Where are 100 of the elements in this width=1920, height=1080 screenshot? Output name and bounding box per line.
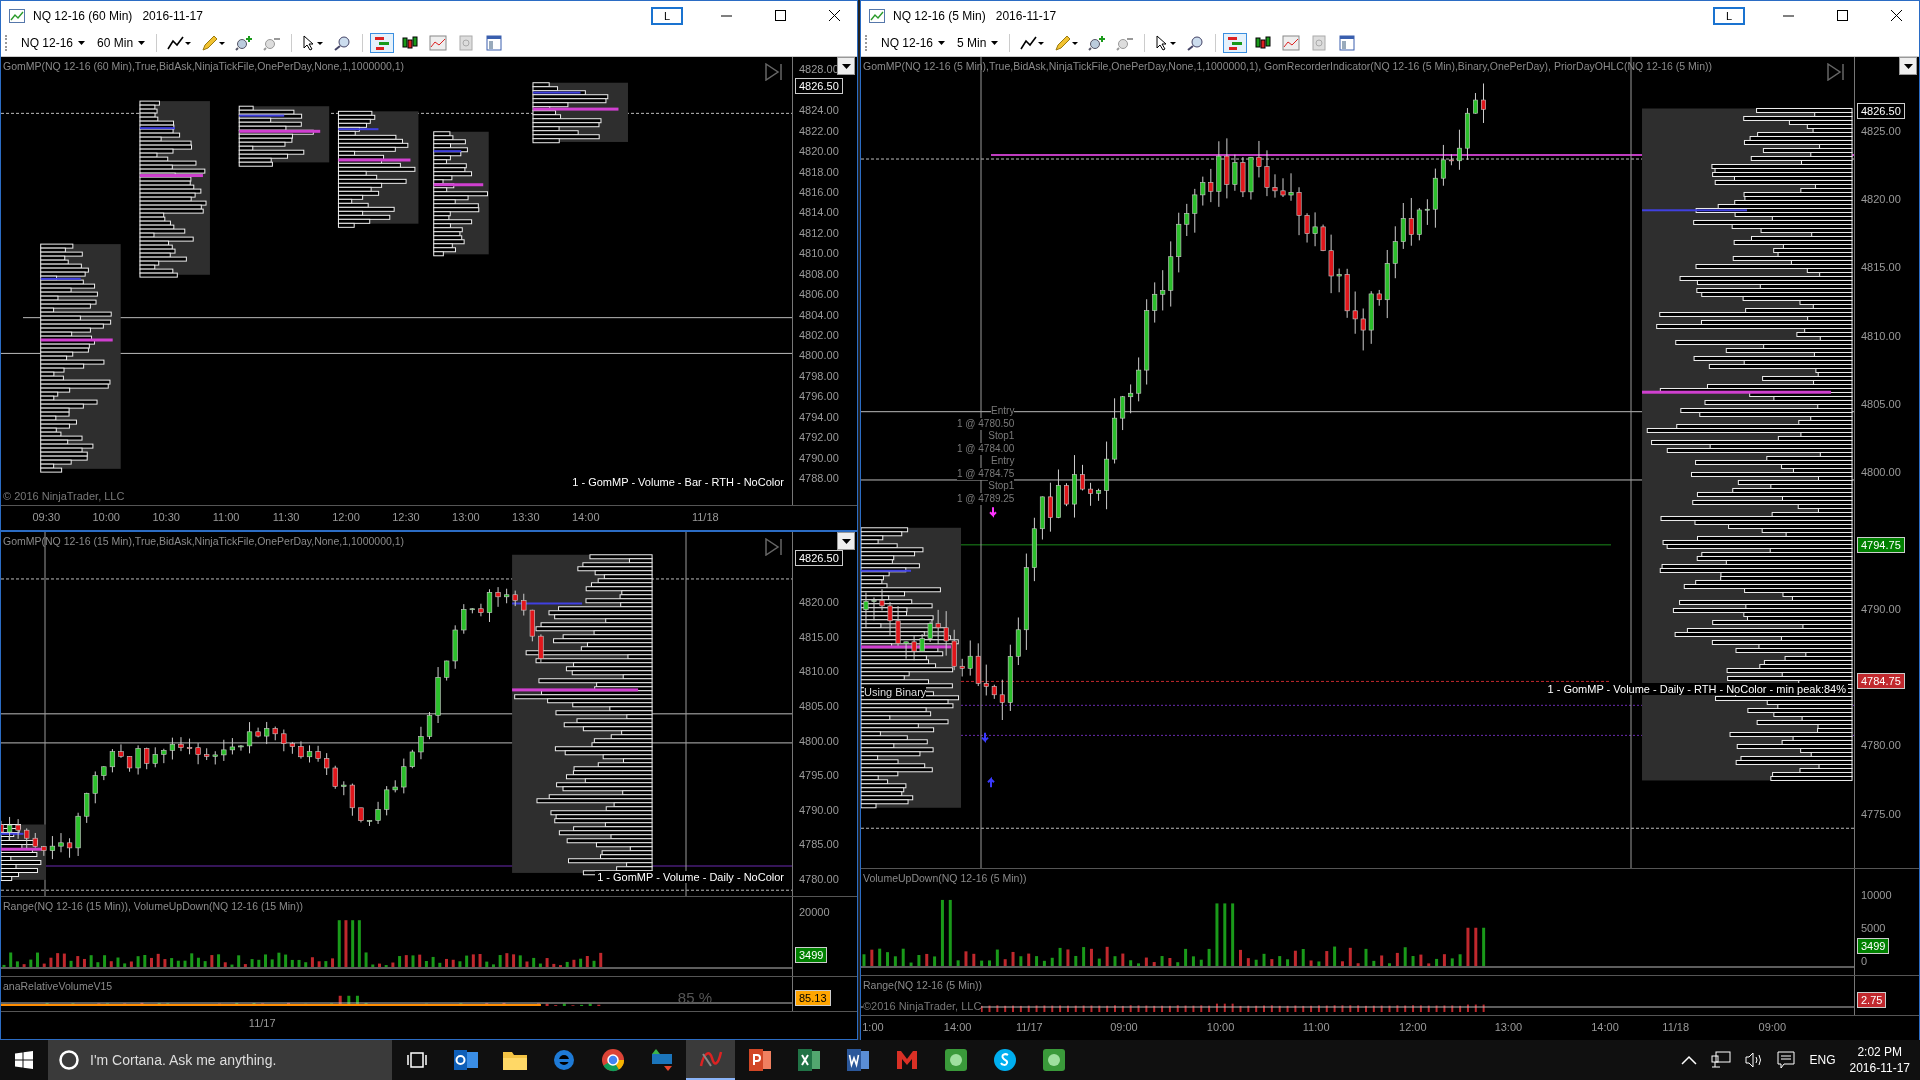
indicator-caption: 1 - GomMP - Volume - Daily - NoColor (595, 871, 786, 883)
trade-label: 1 @ 4784.00 (957, 442, 1015, 455)
axis-label: 4800.00 (799, 734, 839, 747)
axis-label: 4795.00 (799, 769, 839, 782)
percent-reading: 85 % (677, 989, 712, 1006)
axis-label: 4805.00 (799, 699, 839, 712)
axis-label: 20000 (799, 906, 830, 918)
axis-label: 4796.00 (799, 390, 839, 403)
axis-label: 5000 (1861, 921, 1886, 934)
axis-label: 1:00 (862, 1021, 884, 1033)
axis-label: 4820.00 (799, 145, 839, 158)
task-view-icon (405, 1051, 428, 1069)
axis-label: 4810.00 (799, 665, 839, 678)
indicator-label: GomMP(NQ 12-16 (15 Min),True,BidAsk,NinjaTickFile,OnePerDay,None,1,1000000,1) (3, 535, 405, 547)
axis-label: 4805.00 (1861, 397, 1901, 410)
axis-label: 4785.00 (799, 838, 839, 851)
axis-label: 0 (1861, 955, 1868, 968)
caret-icon (78, 41, 86, 45)
axis-label: 13:30 (512, 511, 540, 523)
indicator-label: GomMP(NQ 12-16 (5 Min),True,BidAsk,NinjaTickFile,OnePerDay,None,1,1000000,1), GomRecorderIndicator(NQ 12-16 (5 Min),Binary,OnePerDay), PriorDayOHLC(NQ 12-16 (5 Min)) (863, 60, 1713, 72)
axis-label: 12:00 (332, 511, 360, 523)
maximize-icon (774, 10, 786, 21)
axis-label: 10000 (1861, 888, 1892, 901)
axis-label: 4808.00 (799, 267, 839, 280)
status-text: Using Binary (864, 686, 927, 698)
window-date: 2016-11-17 (995, 8, 1057, 23)
language-indicator[interactable]: ENG (1809, 1053, 1836, 1067)
price-marker: 2.75 (1857, 992, 1887, 1008)
indicator-label: Range(NQ 12-16 (15 Min)), VolumeUpDown(NQ 12-16 (15 Min)) (3, 900, 303, 912)
axis-label: 4825.00 (1861, 124, 1901, 137)
axis-label: 4790.00 (1861, 602, 1901, 615)
caret-icon (1903, 63, 1913, 69)
price-marker: 4794.75 (1857, 536, 1905, 553)
network-icon[interactable] (1711, 1051, 1732, 1069)
indicator-label: Range(NQ 12-16 (5 Min)) (863, 979, 983, 991)
trade-label: Stop1 (988, 430, 1015, 443)
dropdown-button[interactable] (837, 532, 855, 550)
axis-label: 4804.00 (799, 308, 839, 321)
axis-label: 4780.00 (1861, 739, 1901, 752)
cortana-icon (58, 1049, 80, 1071)
axis-label: 14:00 (943, 1021, 972, 1033)
axis-label: 4812.00 (799, 226, 839, 239)
axis-label: 4788.00 (799, 472, 839, 485)
chart-app-icon (869, 8, 885, 23)
indicator-caption: 1 - GomMP - Volume - Bar - RTH - NoColor (570, 476, 786, 488)
axis-label: 13:00 (1494, 1021, 1523, 1033)
clock-date[interactable]: 2016-11-17 (1849, 1060, 1910, 1076)
price-marker: 4826.50 (795, 77, 843, 94)
trade-label: 1 @ 4789.25 (957, 492, 1015, 505)
window-title: NQ 12-16 (5 Min) (893, 8, 986, 23)
axis-label: 4790.00 (799, 451, 839, 464)
price-marker: 4826.50 (795, 550, 843, 567)
axis-label: 09:00 (1110, 1021, 1138, 1033)
axis-label: 4790.00 (799, 803, 839, 816)
price-marker: 4784.75 (1857, 673, 1905, 690)
axis-label: 4800.00 (799, 349, 839, 362)
caret-icon (938, 41, 946, 45)
axis-label: 4820.00 (1861, 193, 1901, 205)
axis-label: 4780.00 (799, 872, 839, 885)
browser-icon (551, 1048, 576, 1072)
document-app-icon (845, 1048, 870, 1072)
axis-label: 11/18 (691, 511, 719, 523)
axis-label: 4800.00 (1861, 466, 1901, 479)
arrows-app-icon (649, 1048, 674, 1072)
notification-icon[interactable] (1777, 1051, 1796, 1069)
link-button[interactable]: L (651, 6, 683, 25)
copyright-text: ©2016 NinjaTrader, LLC (863, 1000, 982, 1012)
dropdown-button[interactable] (837, 57, 855, 75)
axis-label: 4806.00 (799, 288, 839, 301)
mail-app-icon (452, 1048, 479, 1072)
chart-app-icon (9, 8, 25, 23)
axis-label: 09:30 (32, 511, 60, 523)
copyright-text: © 2016 NinjaTrader, LLC (3, 490, 125, 502)
maximize-icon (1836, 10, 1848, 21)
axis-label: 12:00 (1399, 1021, 1427, 1033)
axis-label: 4810.00 (1861, 329, 1901, 342)
axis-label: 4816.00 (799, 186, 839, 199)
axis-label: 14:00 (572, 511, 600, 523)
axis-label: 4815.00 (1861, 261, 1901, 274)
spreadsheet-app-icon (796, 1048, 821, 1072)
window-date: 2016-11-17 (142, 8, 203, 23)
close-icon (828, 10, 840, 21)
search-field[interactable]: I'm Cortana. Ask me anything. (48, 1040, 392, 1080)
browser-icon (600, 1048, 625, 1072)
circle-app-icon (943, 1048, 968, 1072)
clock-time[interactable]: 2:02 PM (1857, 1044, 1903, 1060)
link-button[interactable]: L (1713, 6, 1745, 25)
dropdown-button[interactable] (1899, 57, 1917, 75)
axis-label: 4824.00 (799, 104, 839, 117)
axis-label: 10:00 (92, 511, 120, 523)
axis-label: 4810.00 (799, 247, 839, 260)
axis-label: 4814.00 (799, 206, 839, 219)
envelope-app-icon (894, 1048, 919, 1072)
indicator-label: VolumeUpDown(NQ 12-16 (5 Min)) (863, 872, 1027, 884)
volume-icon[interactable] (1745, 1052, 1764, 1068)
trade-label: Entry (991, 405, 1015, 418)
trade-label: Stop1 (988, 480, 1015, 493)
axis-label: 4775.00 (1861, 807, 1901, 820)
axis-label: 4822.00 (799, 124, 839, 137)
chevron-up-icon[interactable] (1681, 1055, 1698, 1065)
